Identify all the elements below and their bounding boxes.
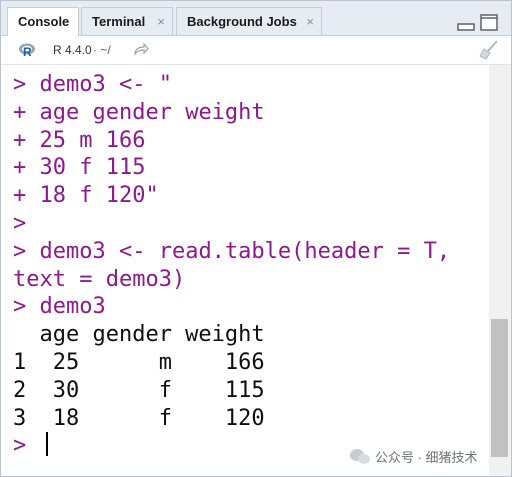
- console-text: 1 25 m 166: [13, 349, 265, 375]
- maximize-icon[interactable]: [480, 14, 498, 31]
- console-prompt: +: [13, 127, 40, 153]
- console-text: 3 18 f 120: [13, 405, 265, 431]
- console-output-line: 1 25 m 166: [13, 349, 489, 377]
- tab-background-jobs[interactable]: Background Jobs ×: [176, 7, 322, 35]
- console-text: 2 30 f 115: [13, 377, 265, 403]
- console-prompt: >: [13, 210, 40, 236]
- console-input-line: text = demo3): [13, 266, 489, 294]
- close-icon[interactable]: ×: [306, 8, 314, 36]
- console-prompt: >: [13, 238, 40, 264]
- console-output[interactable]: > demo3 <- " + age gender weight + 25 m 16…: [1, 65, 489, 475]
- console-input-line: + age gender weight: [13, 99, 489, 127]
- console-text: demo3: [39, 294, 106, 320]
- close-icon[interactable]: ×: [157, 8, 165, 36]
- console-input-line: + 18 f 120": [13, 182, 489, 210]
- scrollbar-thumb[interactable]: [491, 319, 508, 457]
- working-directory[interactable]: · ~/: [93, 43, 111, 57]
- console-prompt: >: [13, 72, 40, 97]
- tab-terminal[interactable]: Terminal ×: [81, 7, 173, 35]
- console-input-line: >: [13, 210, 489, 238]
- clear-console-icon[interactable]: [478, 39, 500, 61]
- rstudio-console-pane: Console Terminal × Background Jobs × R R…: [0, 0, 512, 477]
- console-input-line: > demo3 <- ": [13, 71, 489, 99]
- console-text: text = demo3): [13, 266, 186, 292]
- console-input-line: + 25 m 166: [13, 127, 489, 155]
- console-prompt: >: [13, 294, 40, 320]
- console-input-line: > demo3 <- read.table(header = T,: [13, 238, 489, 266]
- tab-terminal-label: Terminal: [92, 14, 146, 29]
- tab-console-label: Console: [18, 14, 70, 29]
- watermark: 公众号 · 细猪技术: [375, 450, 478, 465]
- console-output-line: 2 30 f 115: [13, 377, 489, 405]
- tab-console[interactable]: Console: [7, 7, 79, 36]
- console-input-line: + 30 f 115: [13, 154, 489, 182]
- console-text: demo3 <- ": [39, 72, 172, 97]
- console-prompt: >: [13, 433, 40, 459]
- minimize-icon[interactable]: [457, 15, 475, 31]
- console-text: 25 m 166: [39, 127, 146, 153]
- console-toolbar: R R 4.4.0 · ~/: [1, 36, 511, 65]
- console-text: demo3 <- read.table(header = T,: [39, 238, 451, 264]
- console-prompt: +: [13, 183, 40, 209]
- tab-bar: Console Terminal × Background Jobs ×: [1, 1, 511, 36]
- r-version: R 4.4.0: [53, 43, 92, 57]
- tab-background-jobs-label: Background Jobs: [187, 14, 297, 29]
- console-input-line: > demo3: [13, 293, 489, 321]
- console-text: 18 f 120": [39, 183, 159, 209]
- console-output-line: 3 18 f 120: [13, 405, 489, 433]
- console-prompt: +: [13, 99, 40, 125]
- svg-text:R: R: [23, 45, 32, 59]
- console-text: age gender weight: [39, 99, 265, 125]
- console-output-line: age gender weight: [13, 321, 489, 349]
- console-text: age gender weight: [13, 322, 265, 348]
- console-text: 30 f 115: [39, 155, 146, 181]
- r-logo-icon: R: [19, 43, 35, 59]
- goto-directory-icon[interactable]: [133, 43, 149, 56]
- text-cursor: [45, 432, 48, 457]
- console-prompt: +: [13, 155, 40, 181]
- wechat-icon: [350, 449, 370, 464]
